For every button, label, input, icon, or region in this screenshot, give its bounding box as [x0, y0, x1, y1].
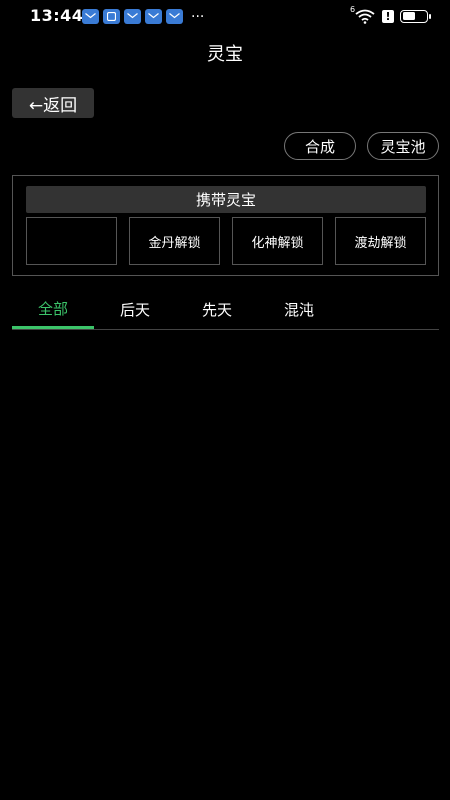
notification-icons: ··· [82, 9, 204, 24]
network-label: 6 [350, 5, 356, 14]
mail-icon [124, 9, 141, 24]
more-notifications-icon: ··· [191, 8, 205, 25]
wifi-icon: 6 [350, 5, 376, 24]
mail-icon [82, 9, 99, 24]
category-tabs: 全部 后天 先天 混沌 [12, 290, 439, 330]
page-title: 灵宝 [207, 44, 243, 65]
status-bar: 13:44 ··· 6 ! [0, 0, 450, 34]
tab-acquired[interactable]: 后天 [94, 290, 176, 329]
carry-panel: 携带灵宝 金丹解锁 化神解锁 渡劫解锁 [12, 175, 439, 276]
status-right: 6 ! [350, 5, 431, 24]
tab-all[interactable]: 全部 [12, 290, 94, 329]
tab-innate[interactable]: 先天 [176, 290, 258, 329]
carry-slot-2[interactable]: 金丹解锁 [129, 217, 220, 265]
back-button[interactable]: ←返回 [12, 88, 94, 118]
pool-button[interactable]: 灵宝池 [367, 132, 439, 160]
alert-icon: ! [382, 9, 394, 23]
app-icon [103, 9, 120, 24]
battery-icon [400, 9, 431, 23]
carry-slot-1[interactable] [26, 217, 117, 265]
merge-button[interactable]: 合成 [284, 132, 356, 160]
status-time: 13:44 [30, 6, 84, 25]
carry-slot-4[interactable]: 渡劫解锁 [335, 217, 426, 265]
battery-level [402, 12, 415, 20]
tab-chaos[interactable]: 混沌 [258, 290, 340, 329]
carry-header: 携带灵宝 [26, 186, 426, 213]
mail-icon [166, 9, 183, 24]
mail-icon [145, 9, 162, 24]
page: 13:44 ··· 6 ! 灵宝 ←返回 合成 灵宝池 携带灵宝 金丹解锁 化神… [0, 0, 450, 800]
carry-slot-3[interactable]: 化神解锁 [232, 217, 323, 265]
